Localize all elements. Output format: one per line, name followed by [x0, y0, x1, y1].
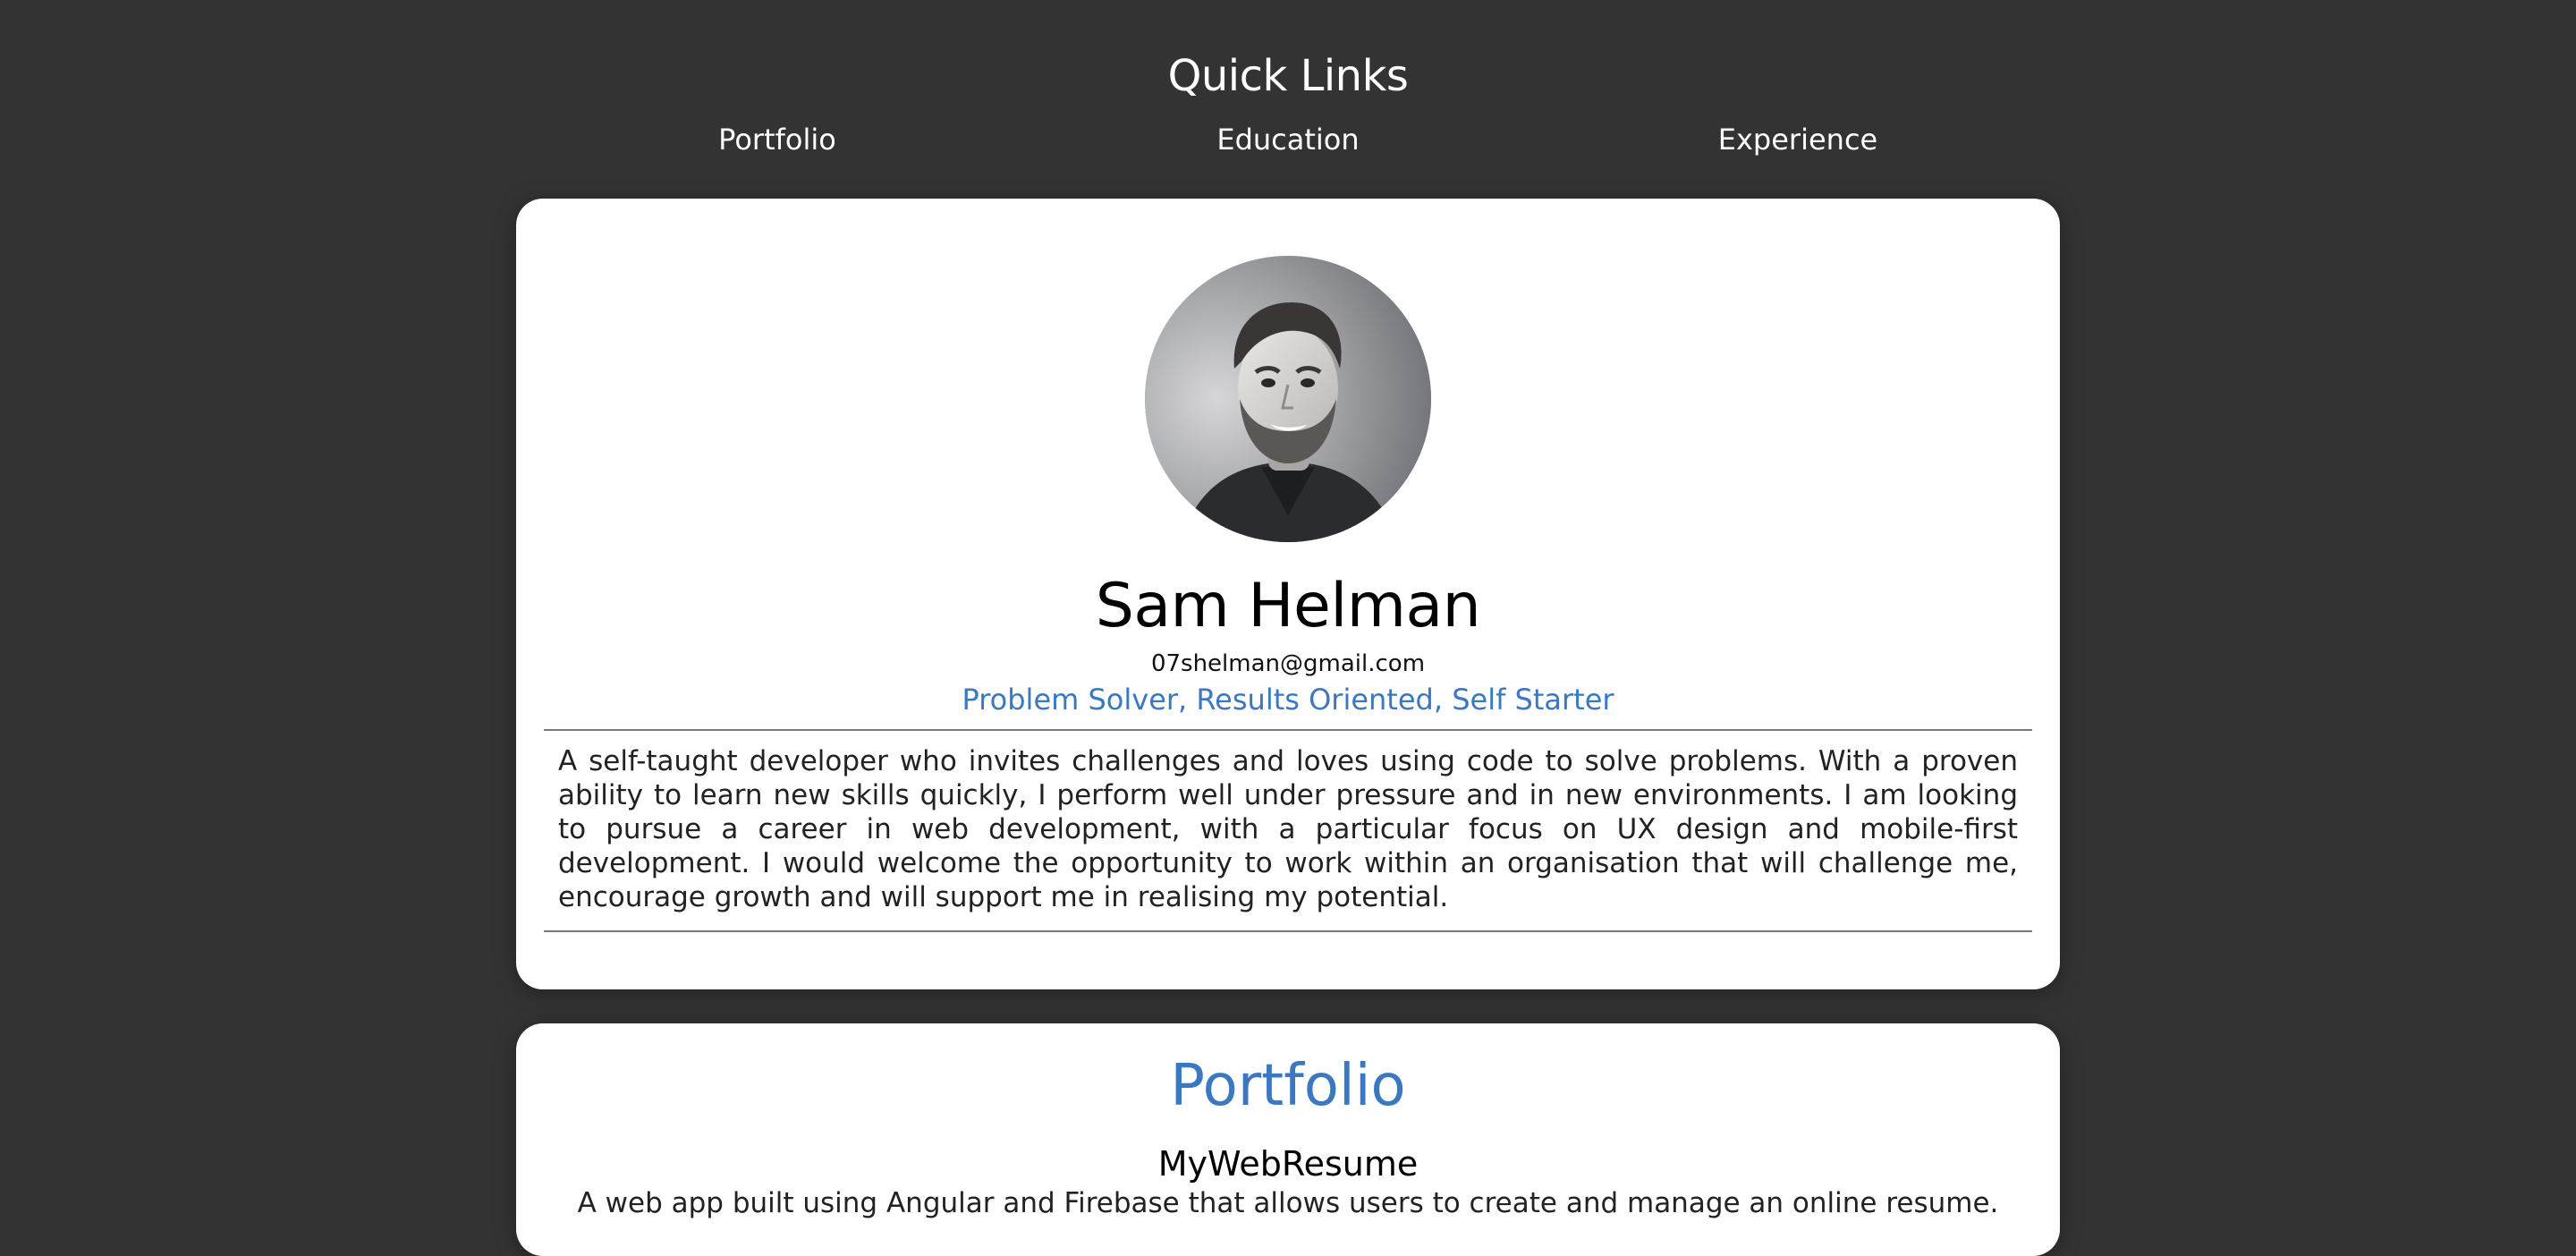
profile-bio: A self-taught developer who invites chal…: [558, 745, 2018, 913]
quick-link-experience[interactable]: Experience: [1619, 120, 1977, 159]
profile-tagline: Problem Solver, Results Oriented, Self S…: [962, 683, 1614, 717]
project-description: A web app built using Angular and Fireba…: [577, 1187, 1999, 1219]
quick-link-education[interactable]: Education: [1109, 120, 1467, 159]
profile-email[interactable]: 07shelman@gmail.com: [516, 648, 2060, 680]
divider: [544, 729, 2032, 731]
quick-links-nav: Quick Links Portfolio Education Experien…: [0, 0, 2576, 188]
profile-photo-icon: [1145, 256, 1431, 542]
quick-links-title: Quick Links: [1167, 51, 1409, 101]
portfolio-card: Portfolio MyWebResume A web app built us…: [516, 1023, 2060, 1256]
project-title[interactable]: MyWebResume: [516, 1141, 2060, 1186]
portfolio-heading: Portfolio: [1170, 1053, 1406, 1119]
profile-name: Sam Helman: [1095, 571, 1481, 641]
quick-link-portfolio[interactable]: Portfolio: [598, 120, 956, 159]
avatar: [1145, 256, 1431, 542]
profile-card: Sam Helman 07shelman@gmail.com Problem S…: [516, 199, 2060, 989]
divider: [544, 930, 2032, 932]
